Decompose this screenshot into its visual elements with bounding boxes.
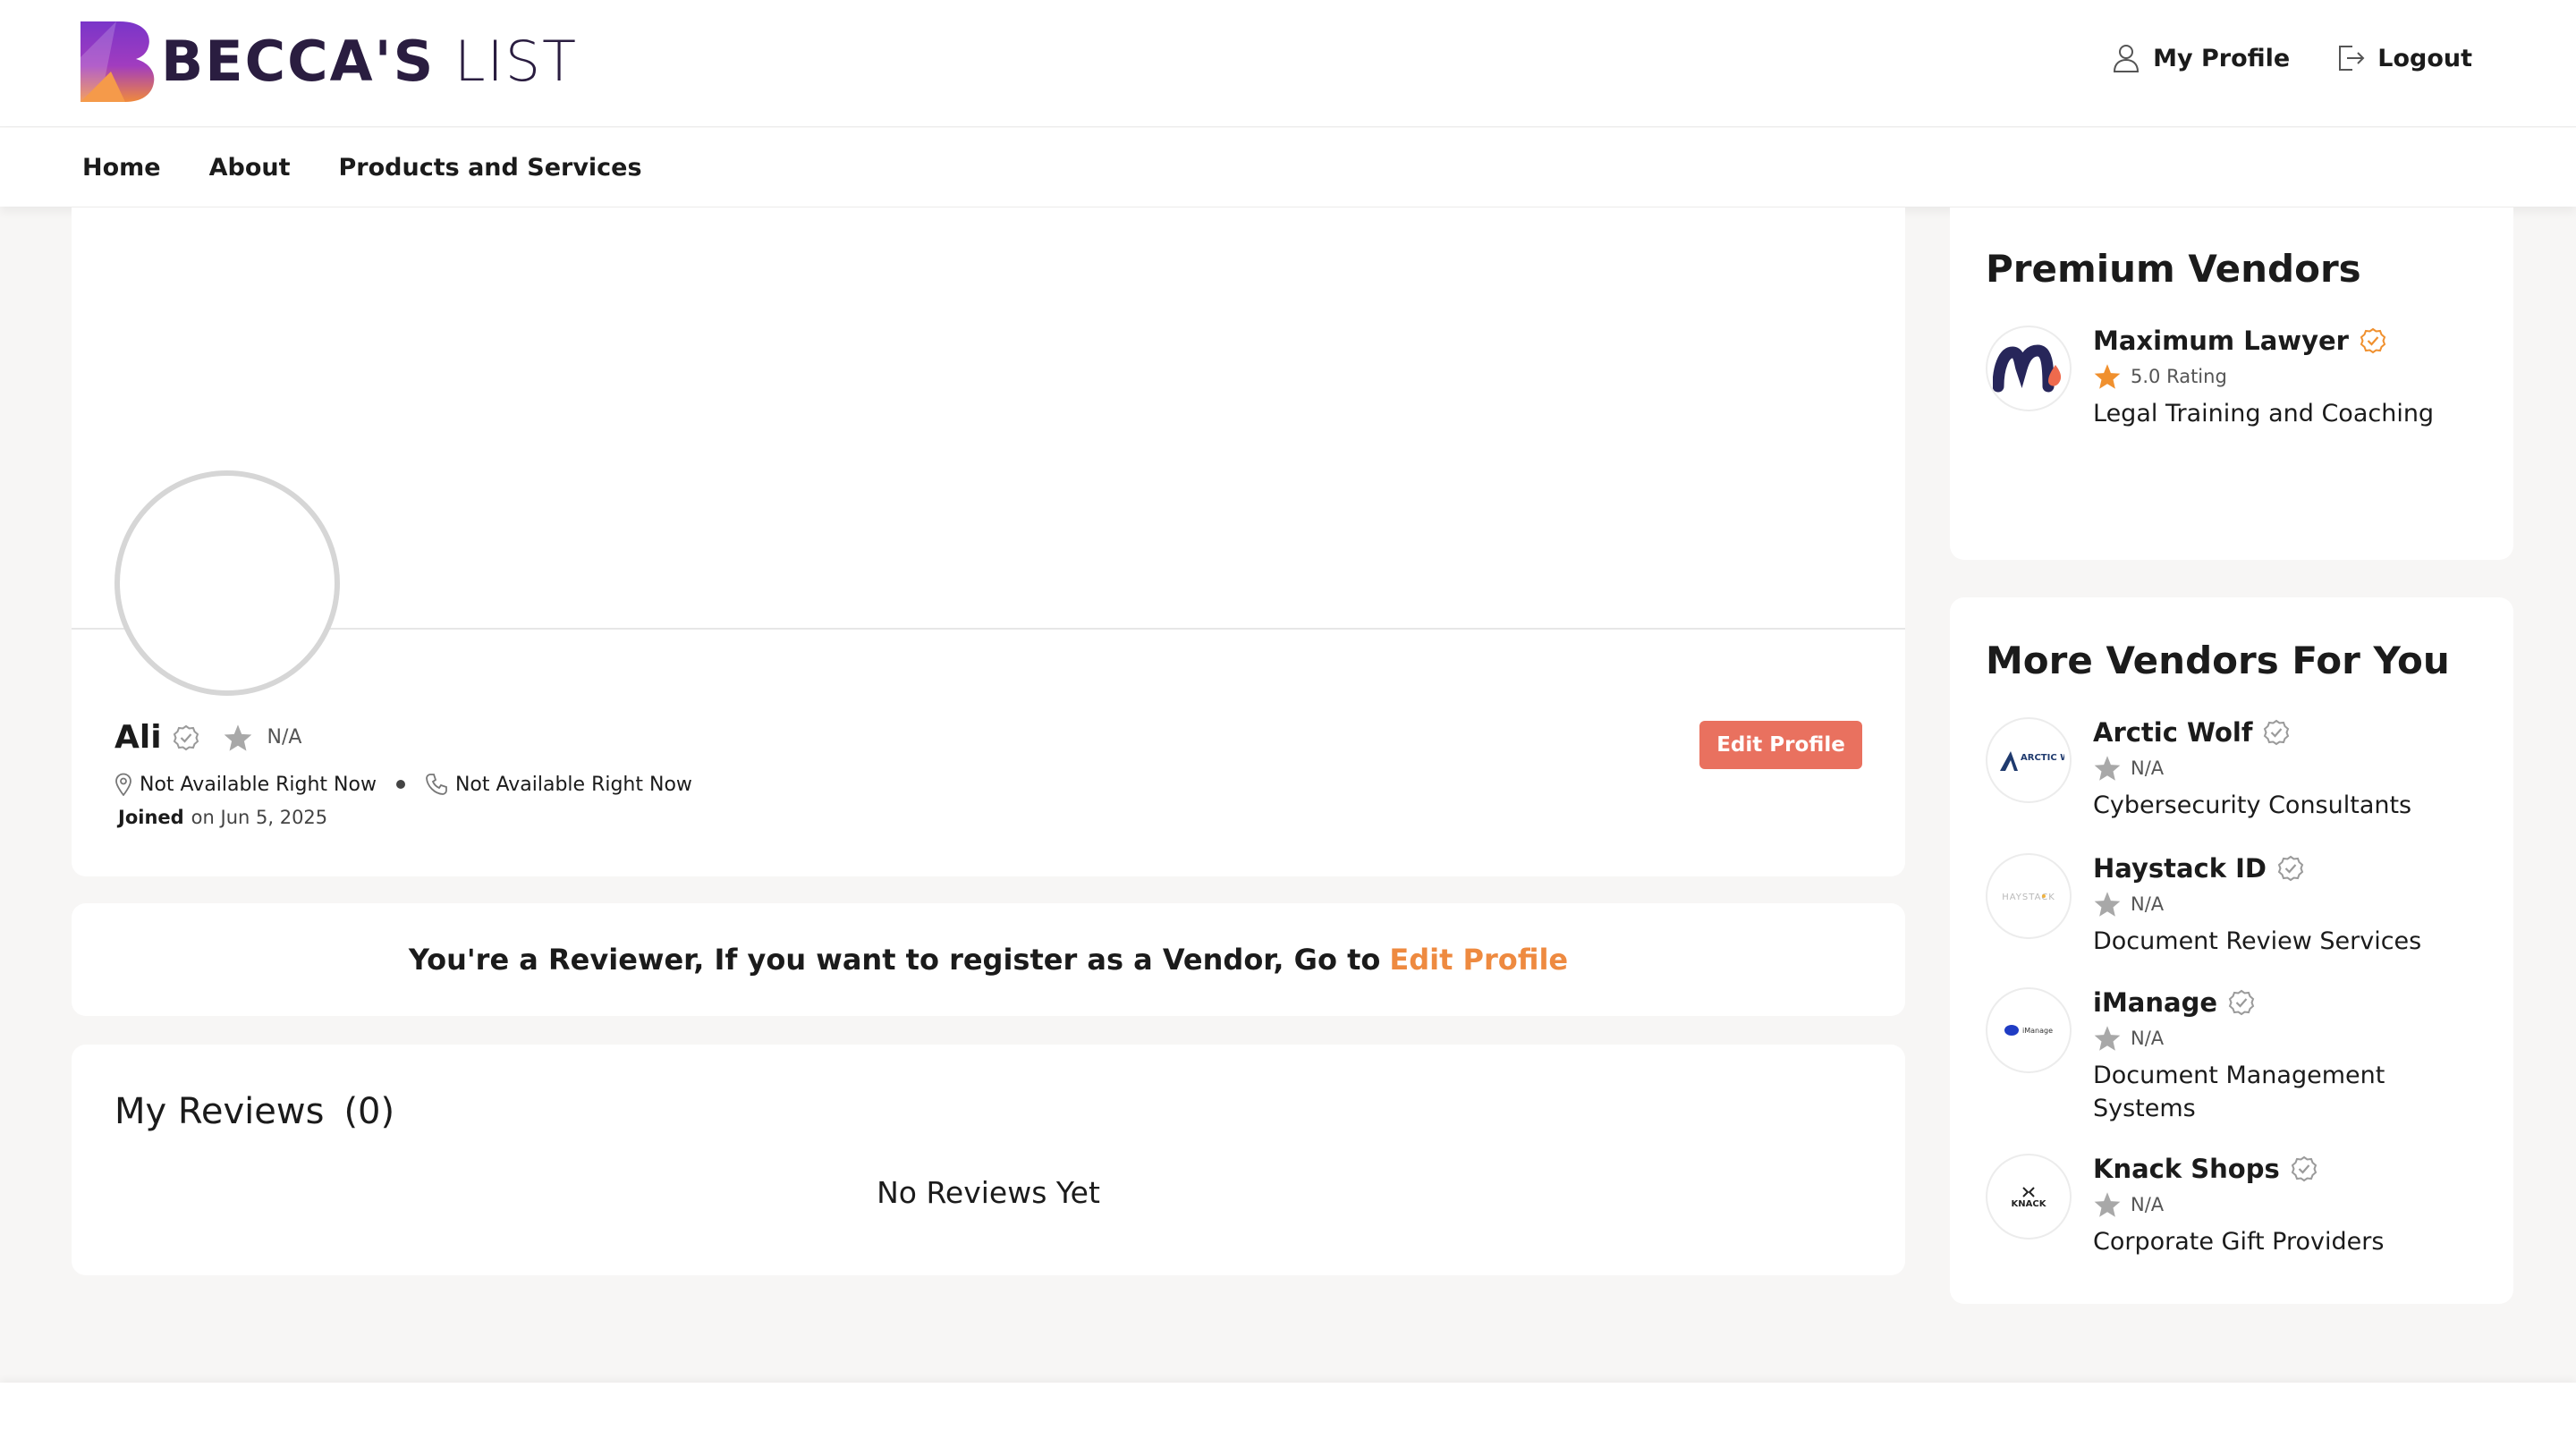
premium-vendors-card: Premium Vendors Maximum Lawyer 5.0 Ratin… [1950, 207, 2513, 560]
vendor-rating: N/A [2131, 757, 2165, 779]
vendor-logo [1986, 326, 2072, 411]
main-nav-bar: Home About Products and Services [0, 128, 2576, 207]
vendor-logo: iManage [1986, 987, 2072, 1073]
logout-link[interactable]: Logout [2336, 43, 2472, 73]
profile-contact-row: Not Available Right Now Not Available Ri… [114, 773, 692, 796]
header-actions: My Profile Logout [2112, 43, 2472, 73]
imanage-logo-icon: iManage [2004, 1025, 2053, 1036]
more-vendors-card: More Vendors For You ARCTIC WOLF Arctic … [1950, 597, 2513, 1304]
edit-profile-button[interactable]: Edit Profile [1699, 721, 1862, 769]
vendor-category: Cybersecurity Consultants [2093, 791, 2412, 819]
verified-badge-icon [173, 724, 199, 750]
star-icon [2094, 756, 2121, 781]
vendor-name: iManage [2093, 987, 2218, 1018]
reviewer-banner: You're a Reviewer, If you want to regist… [72, 903, 1905, 1016]
more-vendors-title: More Vendors For You [1986, 639, 2450, 682]
knack-logo-icon: KNACK [2012, 1187, 2047, 1209]
vendor-card[interactable]: KNACK Knack Shops N/A Corporate Gift Pro… [1986, 1154, 2487, 1258]
my-profile-label: My Profile [2153, 44, 2291, 72]
star-icon [2094, 1192, 2121, 1217]
profile-name-row: Ali N/A [114, 719, 301, 756]
brand-logo[interactable]: BECCA'S LIST [80, 21, 578, 102]
phone-icon [426, 774, 447, 795]
star-icon [2094, 1026, 2121, 1051]
nav-products-and-services[interactable]: Products and Services [339, 154, 642, 182]
verified-badge-icon [2291, 1155, 2317, 1182]
profile-rating: N/A [267, 726, 302, 749]
edit-profile-link[interactable]: Edit Profile [1389, 943, 1568, 977]
vendor-name: Haystack ID [2093, 853, 2267, 884]
vendor-category: Legal Training and Coaching [2093, 400, 2435, 427]
top-header: BECCA'S LIST My Profile Logout [0, 0, 2576, 127]
profile-card: Ali N/A Not Available Right Now Not Avai… [72, 207, 1905, 876]
profile-name: Ali [114, 719, 162, 756]
vendor-rating: N/A [2131, 1194, 2165, 1215]
profile-joined: Joined on Jun 5, 2025 [118, 807, 327, 828]
vendor-name: Maximum Lawyer [2093, 326, 2349, 356]
my-reviews-card: My Reviews (0) No Reviews Yet [72, 1045, 1905, 1275]
profile-location: Not Available Right Now [140, 773, 377, 796]
main-nav: Home About Products and Services [82, 128, 642, 207]
verified-badge-icon [2277, 855, 2304, 882]
vendor-card[interactable]: HAYSTACK Haystack ID N/A Document Review… [1986, 853, 2487, 958]
my-reviews-title: My Reviews (0) [114, 1091, 394, 1132]
separator-dot [395, 780, 405, 789]
my-reviews-count: (0) [343, 1091, 395, 1132]
vendor-category: Document Review Services [2093, 927, 2422, 955]
star-icon [224, 724, 251, 751]
joined-date: on Jun 5, 2025 [191, 807, 328, 828]
profile-phone: Not Available Right Now [454, 773, 692, 796]
vendor-name: Arctic Wolf [2093, 717, 2253, 748]
vendor-logo: ARCTIC WOLF [1986, 717, 2072, 803]
verified-badge-icon [2360, 327, 2386, 354]
logout-label: Logout [2377, 44, 2472, 72]
my-profile-link[interactable]: My Profile [2112, 43, 2290, 73]
vendor-logo-text: ARCTIC WOLF [2021, 753, 2064, 763]
vendor-rating: 5.0 Rating [2131, 366, 2227, 387]
location-pin-icon [115, 773, 131, 796]
vendor-category: Document Management Systems [2093, 1062, 2385, 1122]
arctic-wolf-logo-icon: ARCTIC WOLF [2000, 751, 2064, 771]
brand-name-bold: BECCA'S [161, 29, 436, 94]
my-reviews-label: My Reviews [114, 1091, 325, 1132]
nav-home[interactable]: Home [82, 154, 161, 182]
verified-badge-icon [2228, 989, 2255, 1016]
vendor-logo: KNACK [1986, 1154, 2072, 1240]
no-reviews-message: No Reviews Yet [877, 1175, 1100, 1210]
vendor-logo: HAYSTACK [1986, 853, 2072, 939]
vendor-logo-text: KNACK [2012, 1199, 2047, 1209]
vendor-card[interactable]: Maximum Lawyer 5.0 Rating Legal Training… [1986, 326, 2487, 430]
avatar[interactable] [114, 470, 340, 696]
vendor-logo-text: HAYSTACK [2002, 893, 2055, 902]
verified-badge-icon [2264, 719, 2290, 746]
user-icon [2114, 45, 2140, 72]
star-icon [2094, 364, 2121, 389]
vendor-rating: N/A [2131, 893, 2165, 915]
haystack-logo-icon: HAYSTACK [2002, 893, 2055, 902]
maximum-lawyer-logo-icon [1993, 344, 2062, 393]
vendor-rating: N/A [2131, 1028, 2165, 1049]
brand-name-light: LIST [453, 29, 579, 94]
vendor-name: Knack Shops [2093, 1154, 2280, 1184]
vendor-card[interactable]: ARCTIC WOLF Arctic Wolf N/A Cybersecurit… [1986, 717, 2487, 822]
logout-icon [2339, 46, 2365, 71]
logo-mark-icon [80, 21, 155, 102]
nav-about[interactable]: About [209, 154, 291, 182]
page-footer [0, 1383, 2576, 1447]
vendor-card[interactable]: iManage iManage N/A Document Management … [1986, 987, 2487, 1125]
profile-cover [72, 207, 1905, 630]
premium-vendors-title: Premium Vendors [1986, 247, 2361, 291]
reviewer-banner-text: You're a Reviewer, If you want to regist… [408, 943, 1381, 977]
star-icon [2094, 892, 2121, 917]
vendor-category: Corporate Gift Providers [2093, 1228, 2385, 1256]
vendor-logo-text: iManage [2022, 1027, 2053, 1035]
joined-label: Joined [118, 807, 184, 828]
